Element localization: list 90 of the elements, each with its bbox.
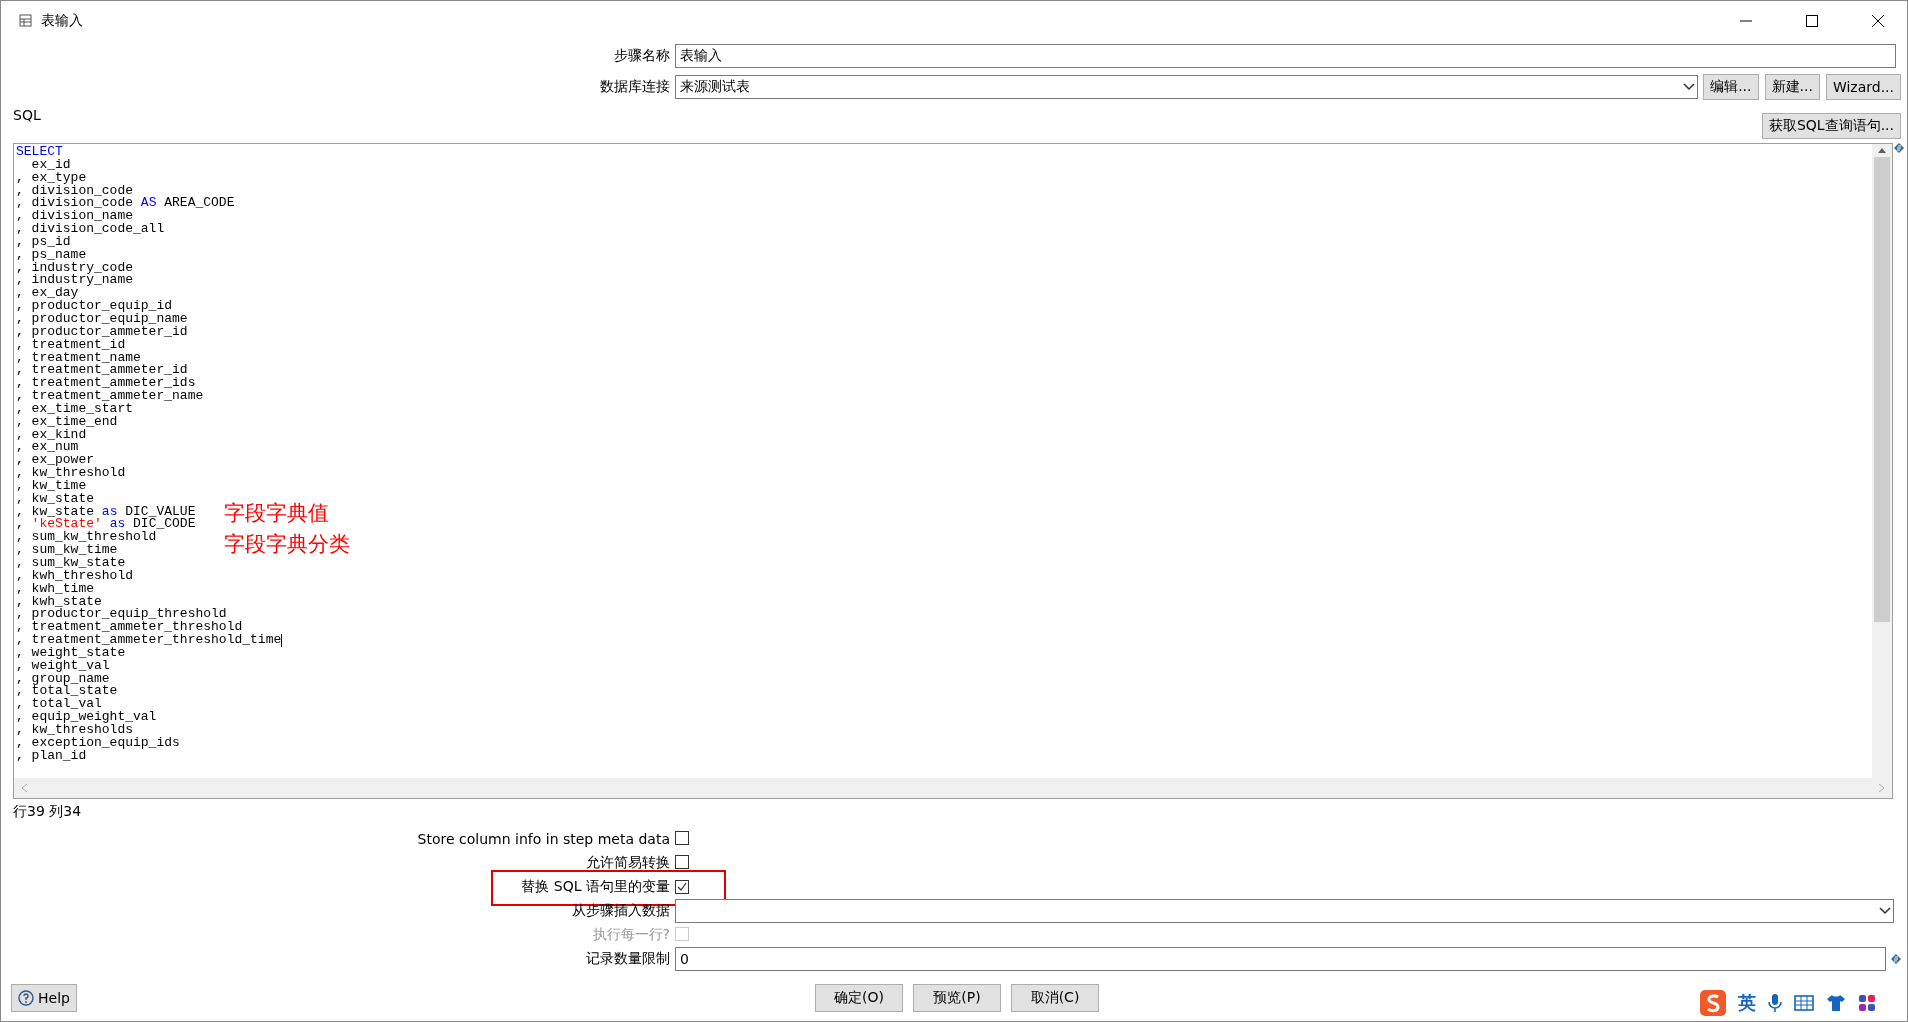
step-dropdown[interactable] [675,899,1894,923]
connection-button[interactable]: 编辑... [1703,74,1759,100]
code-line: , ex_time_start [16,402,134,416]
code-line: , ex_num [16,441,79,455]
option-label: 允许简易转换 [586,854,670,872]
code-line: , division_code AS AREA_CODE [16,197,235,211]
dialog-button[interactable]: 预览(P) [913,984,1001,1012]
limit-field[interactable]: 0 [675,947,1886,971]
code-line: , division_code [16,184,134,198]
code-line: ex_id [30,158,71,172]
variable-icon[interactable] [1891,954,1901,964]
code-line: , 'keState' as DIC_CODE [16,518,196,532]
scroll-up-icon[interactable] [1878,148,1886,153]
code-line: , industry_code [16,261,134,275]
annotation-note: 字段字典值 [224,500,329,527]
code-line: SELECT [16,146,63,159]
code-line: , productor_equip_id [16,300,173,313]
code-line: , division_code_all [16,223,165,236]
code-line: , weight_val [16,659,110,673]
close-icon[interactable] [1872,15,1884,27]
dialog-button[interactable]: 取消(C) [1011,984,1099,1012]
code-line: , kwh_state [16,595,102,609]
code-line: , kwh_threshold [16,569,134,583]
code-line: , ex_power [16,454,94,468]
sql-label: SQL [13,107,41,123]
connection-dropdown[interactable]: 来源测试表 [675,75,1699,99]
code-line: , group_name [16,672,110,686]
code-line: , ps_name [16,248,87,262]
code-line: , kw_state as DIC_VALUE [16,505,196,519]
code-line: , equip_weight_val [16,711,157,724]
code-line: , total_state [16,685,118,699]
code-line: , kwh_time [16,582,94,596]
code-line: , ps_id [16,235,71,249]
keyboard-icon[interactable] [1794,995,1814,1011]
code-line: , ex_type [16,171,87,185]
vertical-scrollbar[interactable] [1872,144,1892,778]
cursor-position: 行39 列34 [12,802,83,821]
code-line: , kw_state [16,492,94,506]
code-line: , productor_ammeter_id [16,325,188,339]
checkbox[interactable] [675,830,689,845]
code-line: , kw_time [16,479,87,493]
code-line: , treatment_ammeter_threshold [16,621,243,635]
step-name-field[interactable]: 表输入 [675,44,1896,68]
code-line: , kw_threshold [16,467,126,480]
checkbox[interactable] [675,854,689,869]
chevron-down-icon [1683,83,1696,91]
variable-icon[interactable] [1894,143,1904,153]
ime-logo-icon[interactable] [1700,990,1726,1016]
code-line: , treatment_name [16,351,141,365]
get-sql-button[interactable]: 获取SQL查询语句... [1761,113,1901,139]
checkbox[interactable] [675,880,689,894]
microphone-icon[interactable] [1768,993,1782,1013]
step-name-label: 步骤名称 [614,47,670,65]
code-line: , weight_state [16,646,126,660]
window-title: 表输入 [41,12,84,30]
connection-label: 数据库连接 [600,78,670,96]
shirt-icon[interactable] [1826,994,1846,1012]
code-line: , total_val [16,698,102,712]
maximize-icon[interactable] [1806,15,1818,27]
code-line: , exception_equip_ids [16,736,180,750]
code-line: , treatment_ammeter_name [16,390,204,403]
code-line: , sum_kw_state [16,557,126,570]
option-label: 从步骤插入数据 [572,902,670,920]
code-line: , ex_time_end [16,415,118,429]
code-line: , division_name [16,210,134,224]
code-line: , kw_thresholds [16,723,134,737]
option-label: Store column info in step meta data [417,831,670,847]
code-line: , industry_name [16,274,134,288]
code-line: , treatment_ammeter_threshold_time [16,634,283,647]
option-label: 执行每一行? [592,926,670,944]
help-button[interactable]: Help [11,984,77,1012]
chevron-down-icon [1879,907,1891,915]
code-line: , plan_id [16,749,87,763]
table-icon [19,14,33,28]
option-label: 替换 SQL 语句里的变量 [521,878,670,896]
option-label: 记录数量限制 [586,950,670,968]
code-line: , ex_kind [16,428,87,442]
code-line: , treatment_ammeter_ids [16,377,196,391]
code-line: , treatment_ammeter_id [16,364,188,378]
connection-button[interactable]: Wizard... [1825,74,1901,100]
code-line: , sum_kw_threshold [16,531,157,545]
apps-icon[interactable] [1858,994,1876,1012]
help-icon [18,990,34,1006]
code-line: , sum_kw_time [16,544,118,557]
connection-button[interactable]: 新建... [1764,74,1820,100]
dialog-button[interactable]: 确定(O) [815,984,903,1012]
code-line: , treatment_id [16,338,126,352]
annotation-note: 字段字典分类 [224,531,350,558]
ime-mode[interactable]: 英 [1738,991,1756,1015]
code-line: , productor_equip_name [16,312,188,326]
